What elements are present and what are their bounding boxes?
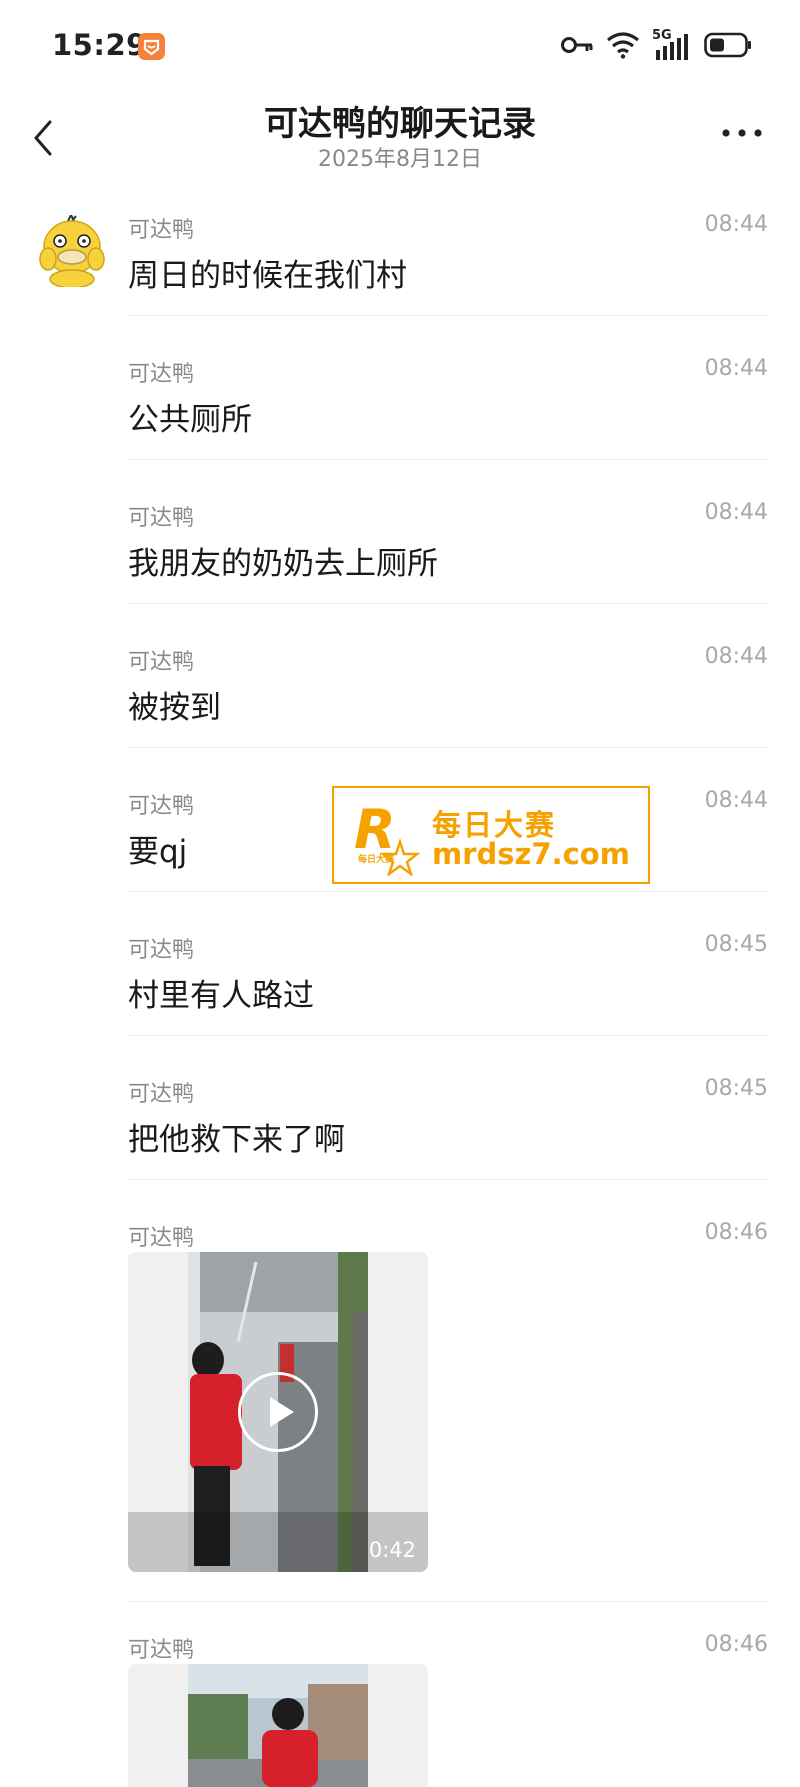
play-button-icon[interactable] — [238, 1372, 318, 1452]
message-sender: 可达鸭 — [128, 1638, 195, 1663]
message-time: 08:45 — [704, 932, 768, 957]
watermark-logo-icon: R 每日大赛 — [352, 798, 422, 878]
message-text[interactable]: 村里有人路过 — [128, 970, 314, 1015]
message-sender: 可达鸭 — [128, 650, 195, 675]
message-text[interactable]: 周日的时候在我们村 — [128, 250, 407, 295]
page-title: 可达鸭的聊天记录 — [264, 104, 536, 144]
message-sender: 可达鸭 — [128, 1082, 195, 1107]
message-divider — [128, 315, 768, 316]
message-divider — [128, 1601, 768, 1602]
message-time: 08:44 — [704, 788, 768, 813]
message-text[interactable]: 我朋友的奶奶去上厕所 — [128, 538, 438, 583]
message-text[interactable]: 把他救下来了啊 — [128, 1114, 345, 1159]
cellular-signal-icon: 5G — [652, 28, 692, 62]
message-sender: 可达鸭 — [128, 794, 195, 819]
key-icon — [560, 35, 594, 59]
app-notification-icon — [138, 33, 165, 60]
message-time: 08:46 — [704, 1632, 768, 1657]
more-options-icon[interactable] — [720, 122, 764, 144]
message-time: 08:44 — [704, 644, 768, 669]
message-text[interactable]: 公共厕所 — [128, 394, 252, 439]
message-divider — [128, 603, 768, 604]
message-divider — [128, 891, 768, 892]
status-time: 15:29 — [52, 28, 147, 62]
message-text[interactable]: 被按到 — [128, 682, 221, 727]
watermark-url: mrdsz7.com — [432, 837, 630, 871]
message-sender: 可达鸭 — [128, 938, 195, 963]
message-text[interactable]: 要qj — [128, 826, 187, 871]
page-date: 2025年8月12日 — [318, 147, 482, 172]
message-divider — [128, 459, 768, 460]
message-sender: 可达鸭 — [128, 362, 195, 387]
message-sender: 可达鸭 — [128, 1226, 195, 1251]
status-bar: 15:29 5G — [0, 0, 800, 92]
avatar-psyduck[interactable] — [38, 212, 106, 289]
wifi-icon — [606, 31, 640, 63]
video-thumbnail[interactable]: 0:42 — [128, 1252, 428, 1572]
video-thumbnail[interactable] — [128, 1664, 428, 1787]
message-time: 08:44 — [704, 356, 768, 381]
message-sender: 可达鸭 — [128, 218, 195, 243]
message-time: 08:44 — [704, 212, 768, 237]
message-time: 08:45 — [704, 1076, 768, 1101]
chat-record-header: 可达鸭的聊天记录 2025年8月12日 — [0, 92, 800, 184]
message-divider — [128, 1179, 768, 1180]
svg-text:R: R — [354, 798, 396, 861]
svg-text:每日大赛: 每日大赛 — [358, 853, 395, 865]
video-duration: 0:42 — [368, 1538, 416, 1562]
message-time: 08:46 — [704, 1220, 768, 1245]
watermark-badge: R 每日大赛 每日大赛 mrdsz7.com — [332, 786, 650, 884]
message-divider — [128, 1035, 768, 1036]
battery-icon — [704, 32, 752, 62]
message-sender: 可达鸭 — [128, 506, 195, 531]
message-time: 08:44 — [704, 500, 768, 525]
message-divider — [128, 747, 768, 748]
